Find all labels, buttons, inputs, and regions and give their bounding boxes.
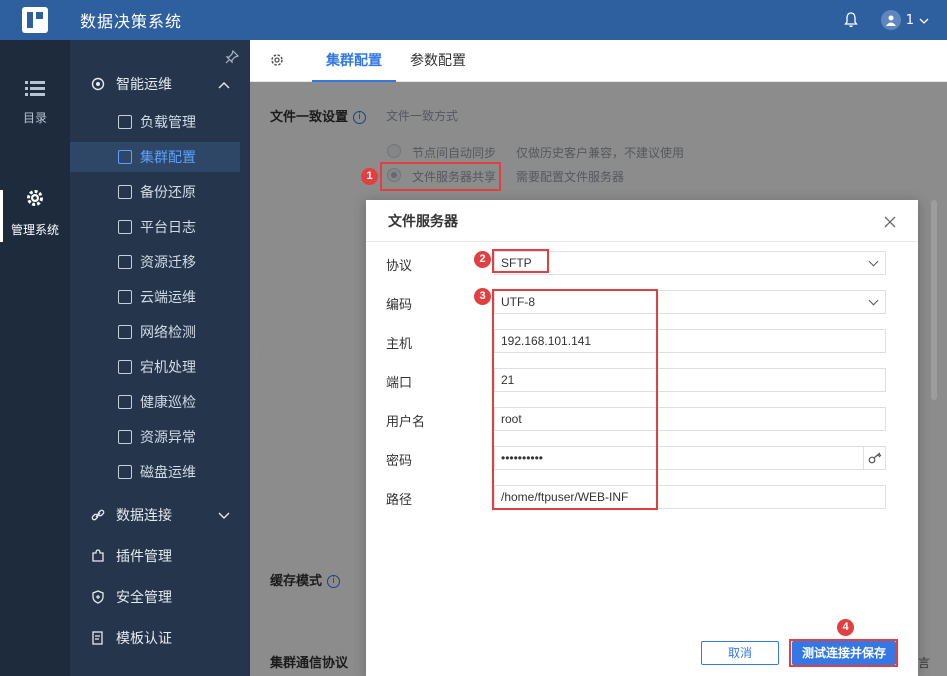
splitter-handle[interactable]: ⋮ ⋮ bbox=[252, 347, 262, 361]
sidebar-item-label: 负载管理 bbox=[140, 115, 196, 131]
resource-icon bbox=[118, 430, 132, 444]
annotation-badge-4: 4 bbox=[837, 619, 854, 636]
sidebar-item-label: 集群配置 bbox=[140, 150, 196, 166]
gear-icon bbox=[0, 188, 70, 211]
sidebar-group-ops[interactable]: 智能运维 bbox=[70, 66, 250, 102]
sidebar-item-label: 备份还原 bbox=[140, 185, 196, 201]
sidebar-item-label: 资源迁移 bbox=[140, 255, 196, 271]
sidebar-item-label: 平台日志 bbox=[140, 220, 196, 236]
close-icon[interactable] bbox=[884, 213, 896, 232]
rail-label: 目录 bbox=[22, 111, 47, 125]
sidebar-item-label: 宕机处理 bbox=[140, 360, 196, 376]
sidebar-item-health[interactable]: 健康巡检 bbox=[70, 387, 240, 417]
sidebar-item-label: 磁盘运维 bbox=[140, 465, 196, 481]
puzzle-icon bbox=[90, 548, 106, 564]
rail-item-management[interactable]: 管理系统 bbox=[0, 188, 70, 238]
sidebar-item-logs[interactable]: 平台日志 bbox=[70, 212, 240, 242]
annotation-box-2 bbox=[492, 249, 549, 273]
sidebar-group-label: 插件管理 bbox=[116, 549, 172, 565]
top-bar: 数据决策系统 1 bbox=[0, 0, 947, 40]
left-rail: 目录 管理系统 bbox=[0, 40, 70, 676]
migration-icon bbox=[118, 255, 132, 269]
sidebar-item-migration[interactable]: 资源迁移 bbox=[70, 247, 240, 277]
annotation-badge-1: 1 bbox=[361, 168, 378, 185]
sidebar-item-downtime[interactable]: 宕机处理 bbox=[70, 352, 240, 382]
dialog-title: 文件服务器 bbox=[388, 213, 458, 230]
annotation-badge-2: 2 bbox=[474, 251, 491, 268]
downtime-icon bbox=[118, 360, 132, 374]
scrollbar[interactable] bbox=[931, 200, 937, 400]
user-menu[interactable]: 1 bbox=[880, 10, 929, 30]
annotation-box-4 bbox=[789, 639, 898, 667]
sidebar-group-plugins[interactable]: 插件管理 bbox=[70, 538, 250, 574]
app-title: 数据决策系统 bbox=[80, 12, 183, 31]
field-label: 用户名 bbox=[386, 415, 426, 430]
cloud-icon bbox=[118, 290, 132, 304]
tab-cluster-config[interactable]: 集群配置 bbox=[312, 40, 396, 82]
tab-param-config[interactable]: 参数配置 bbox=[396, 40, 480, 82]
sidebar-group-template-auth[interactable]: 模板认证 bbox=[70, 620, 250, 656]
rail-label: 管理系统 bbox=[10, 223, 59, 237]
field-label: 端口 bbox=[386, 376, 413, 391]
sidebar-item-label: 资源异常 bbox=[140, 430, 196, 446]
list-icon bbox=[0, 80, 70, 99]
link-icon bbox=[90, 507, 106, 523]
user-name: 1 bbox=[905, 12, 914, 28]
sidebar-item-resource-abnormal[interactable]: 资源异常 bbox=[70, 422, 240, 452]
sidebar-item-label: 健康巡检 bbox=[140, 395, 196, 411]
settings-gear-icon[interactable] bbox=[270, 53, 286, 69]
dialog-header: 文件服务器 bbox=[366, 200, 918, 242]
field-label: 路径 bbox=[386, 493, 413, 508]
sidebar: 智能运维 负载管理 集群配置 备份还原 平台日志 资源迁移 云端运维 网络检测 … bbox=[70, 40, 250, 676]
chevron-up-icon bbox=[218, 77, 230, 93]
field-label: 主机 bbox=[386, 337, 413, 352]
log-icon bbox=[118, 220, 132, 234]
rail-item-catalog[interactable]: 目录 bbox=[0, 80, 70, 126]
sidebar-group-label: 智能运维 bbox=[116, 77, 172, 93]
template-icon bbox=[90, 630, 106, 646]
app-logo[interactable] bbox=[0, 0, 70, 40]
sidebar-item-backup[interactable]: 备份还原 bbox=[70, 177, 240, 207]
chevron-down-icon bbox=[919, 13, 929, 28]
sidebar-item-cluster[interactable]: 集群配置 bbox=[70, 142, 240, 172]
bell-icon[interactable] bbox=[843, 12, 859, 28]
network-icon bbox=[118, 325, 132, 339]
sidebar-group-label: 数据连接 bbox=[116, 508, 172, 524]
field-label: 编码 bbox=[386, 298, 413, 313]
sidebar-item-label: 网络检测 bbox=[140, 325, 196, 341]
protocol-select[interactable]: SFTP bbox=[494, 251, 886, 275]
load-icon bbox=[118, 115, 132, 129]
cancel-button[interactable]: 取消 bbox=[701, 641, 779, 665]
sidebar-item-label: 云端运维 bbox=[140, 290, 196, 306]
annotation-box-3 bbox=[492, 289, 658, 510]
tab-bar: 集群配置 参数配置 bbox=[250, 40, 947, 82]
sidebar-item-network[interactable]: 网络检测 bbox=[70, 317, 240, 347]
sidebar-group-label: 模板认证 bbox=[116, 631, 172, 647]
sidebar-item-load[interactable]: 负载管理 bbox=[70, 107, 240, 137]
cluster-icon bbox=[118, 150, 132, 164]
sidebar-group-data-connection[interactable]: 数据连接 bbox=[70, 497, 250, 533]
shield-icon bbox=[90, 589, 106, 605]
sidebar-item-cloud[interactable]: 云端运维 bbox=[70, 282, 240, 312]
sidebar-group-security[interactable]: 安全管理 bbox=[70, 579, 250, 615]
key-icon[interactable] bbox=[863, 447, 885, 469]
field-protocol: 协议 SFTP bbox=[386, 251, 896, 275]
sidebar-item-disk[interactable]: 磁盘运维 bbox=[70, 457, 240, 487]
health-icon bbox=[118, 395, 132, 409]
sidebar-group-label: 安全管理 bbox=[116, 590, 172, 606]
annotation-badge-3: 3 bbox=[474, 288, 491, 305]
backup-icon bbox=[118, 185, 132, 199]
disk-icon bbox=[118, 465, 132, 479]
annotation-box-1 bbox=[380, 162, 501, 191]
ops-icon bbox=[90, 76, 106, 92]
field-label: 密码 bbox=[386, 454, 413, 469]
field-label: 协议 bbox=[386, 259, 413, 274]
avatar-icon bbox=[880, 10, 901, 30]
chevron-down-icon bbox=[218, 508, 230, 524]
